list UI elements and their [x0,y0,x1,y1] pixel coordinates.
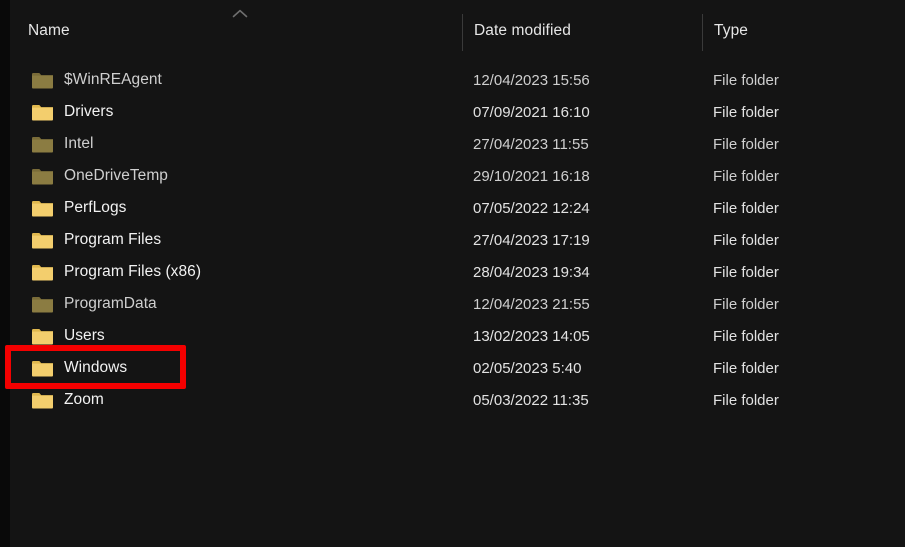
file-name-label: Program Files (x86) [64,263,202,280]
folder-icon [32,136,53,153]
column-header-name[interactable]: Name [28,22,70,40]
cell-date-modified: 07/05/2022 12:24 [473,199,590,217]
cell-date-modified: 28/04/2023 19:34 [473,263,590,281]
file-list-row[interactable]: Drivers 07/09/2021 16:10 File folder [0,96,905,128]
folder-icon [32,296,53,313]
file-list: $WinREAgent 12/04/2023 15:56 File folder Dr… [0,64,905,416]
cell-date-modified: 12/04/2023 21:55 [473,295,590,313]
folder-icon [32,168,53,185]
file-list-row[interactable]: Zoom 05/03/2022 11:35 File folder [0,384,905,416]
file-list-row[interactable]: Program Files 27/04/2023 17:19 File folder [0,224,905,256]
column-divider-name-date[interactable] [462,14,463,51]
cell-type: File folder [713,327,779,345]
column-header-type[interactable]: Type [714,22,748,40]
cell-type: File folder [713,391,779,409]
folder-icon [32,72,53,89]
cell-date-modified: 29/10/2021 16:18 [473,167,590,185]
cell-name[interactable]: ProgramData [32,288,157,320]
cell-type: File folder [713,295,779,313]
cell-date-modified: 13/02/2023 14:05 [473,327,590,345]
cell-name[interactable]: $WinREAgent [32,64,162,96]
cell-type: File folder [713,263,779,281]
cell-date-modified: 27/04/2023 17:19 [473,231,590,249]
folder-icon [32,328,53,345]
file-name-label: Intel [64,135,94,152]
file-list-row[interactable]: Users 13/02/2023 14:05 File folder [0,320,905,352]
file-list-row[interactable]: Program Files (x86) 28/04/2023 19:34 File … [0,256,905,288]
cell-name[interactable]: Intel [32,128,94,160]
file-name-label: OneDriveTemp [64,167,168,184]
file-name-label: PerfLogs [64,199,127,216]
cell-type: File folder [713,199,779,217]
folder-icon [32,392,53,409]
folder-icon [32,104,53,121]
cell-date-modified: 07/09/2021 16:10 [473,103,590,121]
folder-icon [32,264,53,281]
cell-date-modified: 12/04/2023 15:56 [473,71,590,89]
file-list-row[interactable]: $WinREAgent 12/04/2023 15:56 File folder [0,64,905,96]
file-list-row[interactable]: OneDriveTemp 29/10/2021 16:18 File folder [0,160,905,192]
file-name-label: Program Files [64,231,162,248]
file-name-label: Windows [64,359,128,376]
file-name-label: Users [64,327,105,344]
file-name-label: $WinREAgent [64,71,162,88]
cell-name[interactable]: Windows [32,352,127,384]
cell-name[interactable]: OneDriveTemp [32,160,168,192]
cell-date-modified: 02/05/2023 5:40 [473,359,582,377]
chevron-up-icon[interactable] [231,8,249,20]
column-header-date-modified[interactable]: Date modified [474,22,571,40]
cell-name[interactable]: Program Files [32,224,161,256]
file-name-label: ProgramData [64,295,157,312]
cell-type: File folder [713,103,779,121]
cell-date-modified: 27/04/2023 11:55 [473,135,589,153]
file-list-row[interactable]: ProgramData 12/04/2023 21:55 File folder [0,288,905,320]
folder-icon [32,200,53,217]
file-name-label: Drivers [64,103,114,120]
column-divider-date-type[interactable] [702,14,703,51]
cell-type: File folder [713,359,779,377]
file-name-label: Zoom [64,391,104,408]
file-list-row[interactable]: Windows 02/05/2023 5:40 File folder [0,352,905,384]
folder-icon [32,360,53,377]
folder-icon [32,232,53,249]
cell-type: File folder [713,71,779,89]
cell-type: File folder [713,135,779,153]
cell-name[interactable]: Program Files (x86) [32,256,201,288]
cell-type: File folder [713,231,779,249]
cell-name[interactable]: Drivers [32,96,113,128]
cell-name[interactable]: PerfLogs [32,192,126,224]
file-explorer-details-view: Name Date modified Type $WinREAgent 12/04… [0,0,905,547]
cell-name[interactable]: Zoom [32,384,104,416]
column-header-row: Name Date modified Type [0,0,905,56]
cell-type: File folder [713,167,779,185]
file-list-row[interactable]: PerfLogs 07/05/2022 12:24 File folder [0,192,905,224]
cell-name[interactable]: Users [32,320,105,352]
file-list-row[interactable]: Intel 27/04/2023 11:55 File folder [0,128,905,160]
cell-date-modified: 05/03/2022 11:35 [473,391,589,409]
